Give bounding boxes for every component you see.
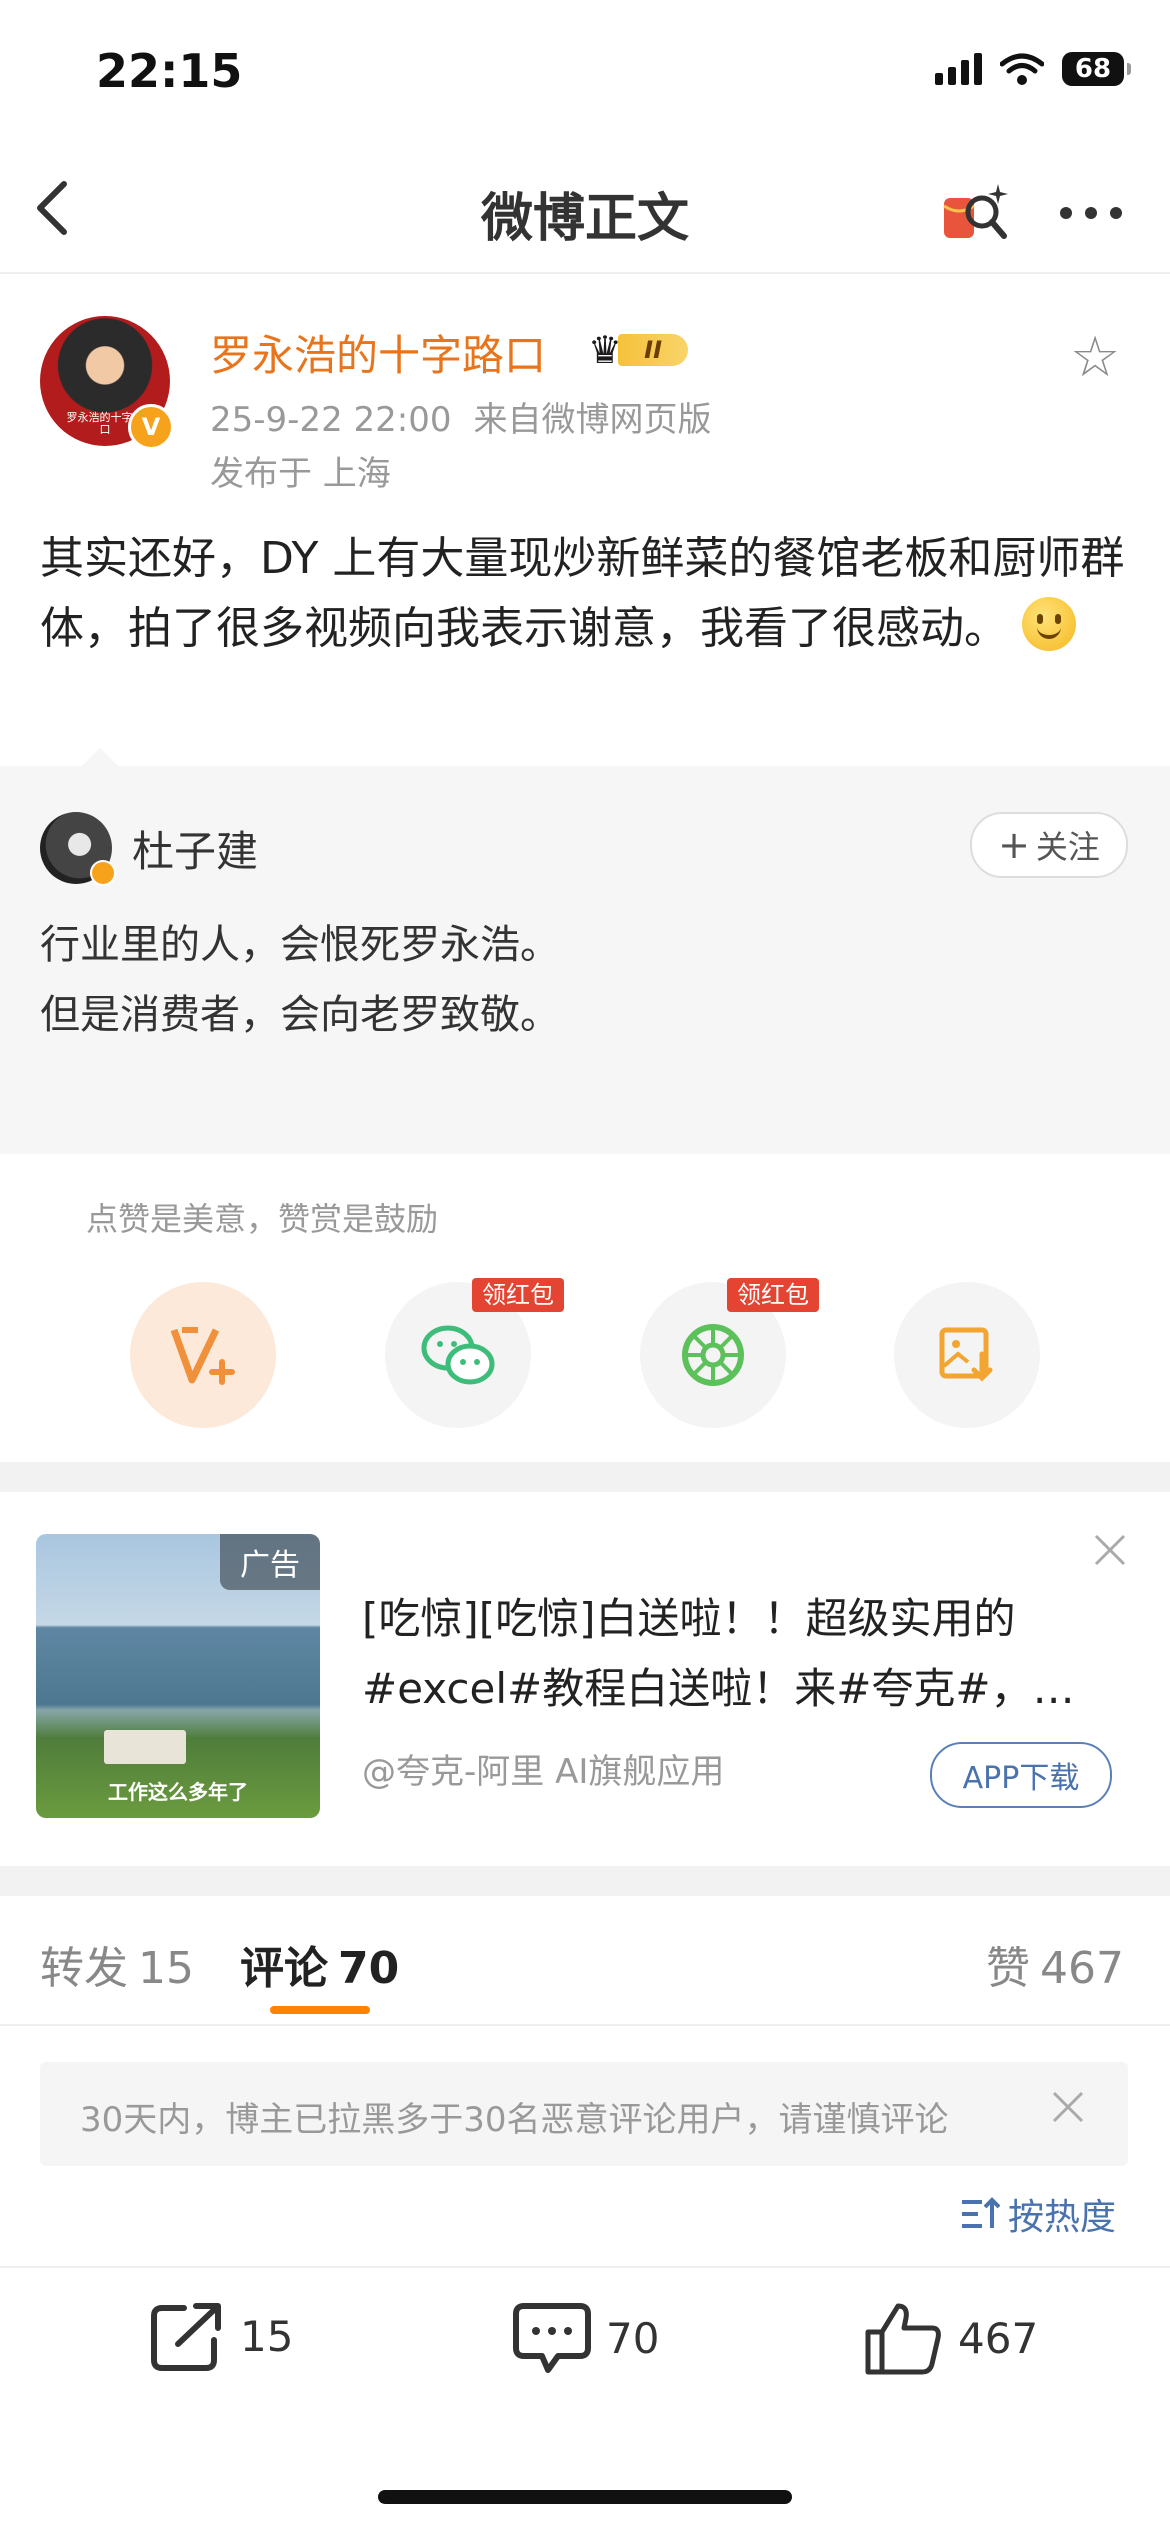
section-divider <box>0 1866 1170 1896</box>
post-meta: 25-9-22 22:00 来自微博网页版 <box>210 392 712 441</box>
tab-reposts[interactable]: 转发 15 <box>40 1932 194 1996</box>
member-badge[interactable]: ♛ II <box>588 330 702 370</box>
ad-source: @夸克-阿里 AI旗舰应用 <box>362 1752 725 1792</box>
moments-icon <box>682 1324 744 1386</box>
quote-line: 行业里的人，会恨死罗永浩。 <box>40 922 560 968</box>
sort-label: 按热度 <box>1008 2197 1117 2238</box>
notice-text: 30天内，博主已拉黑多于30名恶意评论用户，请谨慎评论 <box>80 2100 949 2140</box>
tab-comments[interactable]: 评论 70 <box>240 1932 399 1996</box>
like-button[interactable]: 467 <box>864 2300 1038 2376</box>
comment-icon <box>513 2303 591 2373</box>
tab-likes[interactable]: 赞 467 <box>986 1932 1124 1996</box>
post-location: 发布于 上海 <box>210 454 391 494</box>
post-text: 其实还好，DY 上有大量现炒新鲜菜的餐馆老板和厨师群体，拍了很多视频向我表示谢意… <box>40 533 1125 654</box>
battery-icon: 68 <box>1062 52 1131 86</box>
ad-image-caption: 工作这么多年了 <box>108 1780 248 1804</box>
redpack-tag: 领红包 <box>472 1278 564 1312</box>
tab-label: 评论 <box>240 1943 328 1994</box>
more-icon[interactable] <box>1058 184 1124 224</box>
follow-label: 关注 <box>1035 828 1100 866</box>
tab-count: 467 <box>1040 1943 1124 1994</box>
redpack-tag: 领红包 <box>727 1278 819 1312</box>
tab-count: 15 <box>138 1943 194 1994</box>
ad-text[interactable]: [吃惊][吃惊]白送啦！！超级实用的#excel#教程白送啦！来#夸克#，… <box>362 1584 1102 1724</box>
save-image-button[interactable] <box>894 1282 1040 1428</box>
member-level: II <box>618 334 689 366</box>
close-notice-icon[interactable] <box>1050 2082 1086 2136</box>
sort-toggle[interactable]: 按热度 <box>960 2188 1116 2240</box>
quote-line: 但是消费者，会向老罗致敬。 <box>40 992 560 1038</box>
quote-text: 行业里的人，会恨死罗永浩。 但是消费者，会向老罗致敬。 <box>40 910 1120 1050</box>
verified-badge-icon: V <box>128 404 174 450</box>
quote-notch <box>80 748 120 768</box>
sort-icon <box>962 2197 1000 2228</box>
smile-emoji-icon <box>1022 597 1076 651</box>
repost-icon <box>151 2303 221 2371</box>
post-date: 25-9-22 22:00 <box>210 400 452 440</box>
active-tab-indicator <box>270 2006 370 2014</box>
tab-count: 70 <box>338 1943 400 1994</box>
follow-button[interactable]: + 关注 <box>970 812 1128 878</box>
reward-hint: 点赞是美意，赞赏是鼓励 <box>86 1200 439 1238</box>
tab-label: 赞 <box>986 1943 1030 1994</box>
thumbs-up-icon <box>865 2303 941 2375</box>
red-packet-scan-icon[interactable] <box>940 176 1012 244</box>
comment-button[interactable]: 70 <box>512 2300 659 2376</box>
like-count: 467 <box>958 2313 1039 2363</box>
favorite-star-icon[interactable]: ☆ <box>1070 330 1120 386</box>
ad-tag: 广告 <box>220 1534 320 1590</box>
reward-button[interactable] <box>130 1282 276 1428</box>
ad-image-bench <box>104 1730 186 1764</box>
tab-label: 转发 <box>40 1943 128 1994</box>
repost-count: 15 <box>240 2311 294 2361</box>
reward-v-icon <box>170 1327 235 1385</box>
crown-icon: ♛ <box>588 328 623 372</box>
status-time: 22:15 <box>96 44 243 98</box>
post-source: 来自微博网页版 <box>473 400 712 440</box>
repost-button[interactable]: 15 <box>150 2300 293 2372</box>
section-divider <box>0 1462 1170 1492</box>
status-icons: 68 <box>935 52 1131 86</box>
tabs-divider <box>0 2024 1170 2026</box>
wifi-icon <box>1000 53 1044 85</box>
post-body: 其实还好，DY 上有大量现炒新鲜菜的餐馆老板和厨师群体，拍了很多视频向我表示谢意… <box>40 524 1130 664</box>
home-indicator <box>378 2490 792 2504</box>
cellular-signal-icon <box>935 53 982 85</box>
app-download-button[interactable]: APP下载 <box>930 1742 1112 1808</box>
wechat-icon <box>421 1325 495 1385</box>
nav-header: 微博正文 <box>0 148 1170 274</box>
author-name[interactable]: 罗永浩的十字路口 <box>210 322 546 383</box>
plus-icon: + <box>998 823 1030 867</box>
comment-count: 70 <box>606 2313 660 2363</box>
quote-verified-badge-icon <box>90 860 116 886</box>
save-image-icon <box>939 1327 993 1382</box>
quote-author-name[interactable]: 杜子建 <box>132 818 258 879</box>
close-ad-icon[interactable] <box>1092 1528 1128 1579</box>
